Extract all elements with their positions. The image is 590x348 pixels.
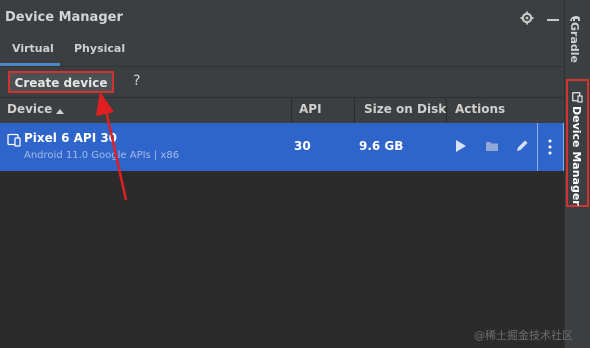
watermark-text: @稀土掘金技术社区	[474, 329, 573, 342]
column-divider[interactable]	[354, 98, 355, 123]
device-api: 30	[294, 139, 311, 153]
sidebar-item-gradle[interactable]: Gradle	[568, 22, 581, 63]
more-actions-button[interactable]	[537, 123, 564, 171]
gear-icon[interactable]	[520, 11, 534, 25]
right-tool-strip: Gradle Device Manager	[564, 0, 590, 348]
minimize-icon[interactable]	[547, 19, 559, 21]
edit-icon[interactable]	[515, 139, 529, 153]
device-size: 9.6 GB	[359, 139, 404, 153]
column-header-actions: Actions	[455, 102, 506, 116]
folder-icon[interactable]	[485, 139, 499, 153]
gradle-icon	[570, 16, 580, 21]
device-manager-icon	[572, 92, 583, 103]
more-icon	[548, 139, 552, 155]
column-header-size[interactable]: Size on Disk	[364, 102, 446, 116]
column-divider[interactable]	[291, 98, 292, 123]
column-header-api[interactable]: API	[299, 102, 322, 116]
device-manager-panel: Device Manager Virtual Physical Create d…	[0, 0, 564, 348]
sidebar-item-device-manager[interactable]: Device Manager	[570, 106, 583, 206]
play-icon[interactable]	[455, 139, 467, 153]
annotation-arrow-icon	[96, 92, 128, 201]
column-divider[interactable]	[446, 98, 447, 123]
